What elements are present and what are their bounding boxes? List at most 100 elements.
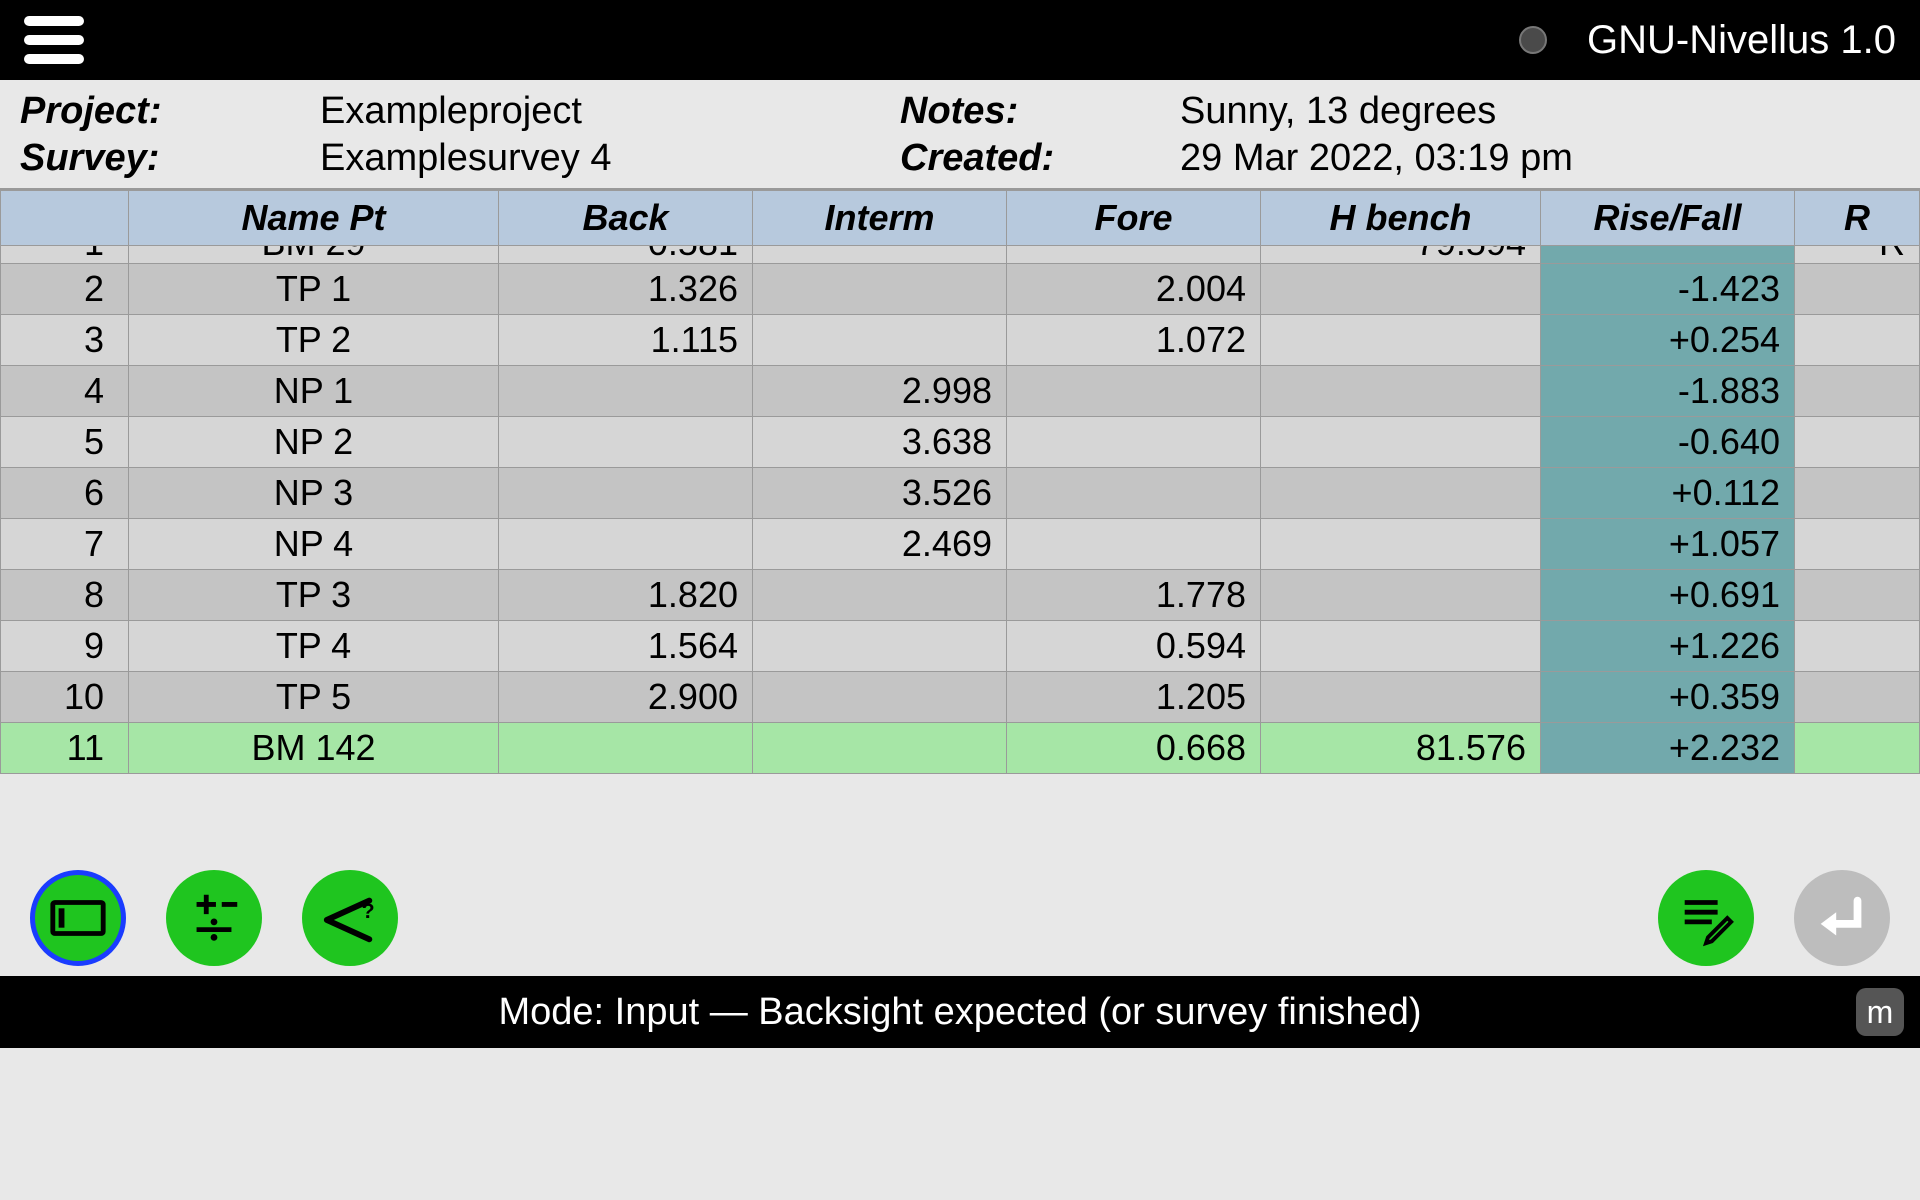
cell-name[interactable]: NP 2 xyxy=(129,417,499,468)
survey-table[interactable]: 1BM 290.58179.594R2TP 11.3262.004-1.4233… xyxy=(0,246,1920,774)
cell-back[interactable]: 1.820 xyxy=(499,570,753,621)
cell-r[interactable] xyxy=(1795,570,1920,621)
cell-fore[interactable] xyxy=(1007,417,1261,468)
cell-hbench[interactable] xyxy=(1261,417,1541,468)
table-row[interactable]: 7NP 4 2.469 +1.057 xyxy=(1,519,1920,570)
cell-fore[interactable] xyxy=(1007,468,1261,519)
cell-back[interactable] xyxy=(499,468,753,519)
cell-risefall[interactable]: +0.254 xyxy=(1541,315,1795,366)
cell-r[interactable] xyxy=(1795,264,1920,315)
table-row[interactable]: 6NP 33.526+0.112 xyxy=(1,468,1920,519)
cell-r[interactable] xyxy=(1795,315,1920,366)
cell-fore[interactable]: 0.594 xyxy=(1007,621,1261,672)
cell-hbench[interactable] xyxy=(1261,570,1541,621)
cell-fore[interactable]: 1.205 xyxy=(1007,672,1261,723)
cell-interm[interactable]: 3.638 xyxy=(753,417,1007,468)
cell-risefall[interactable]: +1.226 xyxy=(1541,621,1795,672)
cell-risefall[interactable]: +1.057 xyxy=(1541,519,1795,570)
table-row[interactable]: 10TP 52.900 1.205 +0.359 xyxy=(1,672,1920,723)
cell-num[interactable]: 5 xyxy=(1,417,129,468)
cell-interm[interactable] xyxy=(753,570,1007,621)
cell-back[interactable]: 1.115 xyxy=(499,315,753,366)
col-number[interactable] xyxy=(1,191,129,246)
cell-risefall[interactable]: -0.640 xyxy=(1541,417,1795,468)
cell-r[interactable] xyxy=(1795,468,1920,519)
cell-risefall[interactable]: +0.112 xyxy=(1541,468,1795,519)
cell-hbench[interactable] xyxy=(1261,366,1541,417)
cell-num[interactable]: 1 xyxy=(1,246,129,264)
col-risefall[interactable]: Rise/Fall xyxy=(1541,191,1795,246)
cell-name[interactable]: TP 3 xyxy=(129,570,499,621)
cell-hbench[interactable]: 79.594 xyxy=(1261,246,1541,264)
cell-back[interactable] xyxy=(499,519,753,570)
cell-name[interactable]: TP 1 xyxy=(129,264,499,315)
cell-interm[interactable] xyxy=(753,246,1007,264)
cell-name[interactable]: TP 4 xyxy=(129,621,499,672)
cell-risefall[interactable] xyxy=(1541,246,1795,264)
cell-back[interactable]: 1.564 xyxy=(499,621,753,672)
table-row[interactable]: 5NP 2 3.638 -0.640 xyxy=(1,417,1920,468)
calc-button[interactable] xyxy=(166,870,262,966)
cell-name[interactable]: NP 4 xyxy=(129,519,499,570)
cell-hbench[interactable] xyxy=(1261,264,1541,315)
cell-num[interactable]: 7 xyxy=(1,519,129,570)
cell-hbench[interactable] xyxy=(1261,519,1541,570)
col-name[interactable]: Name Pt xyxy=(129,191,499,246)
cell-interm[interactable] xyxy=(753,264,1007,315)
cell-interm[interactable] xyxy=(753,672,1007,723)
cell-r[interactable] xyxy=(1795,366,1920,417)
cell-num[interactable]: 2 xyxy=(1,264,129,315)
table-row[interactable]: 8TP 31.8201.778+0.691 xyxy=(1,570,1920,621)
cell-back[interactable] xyxy=(499,723,753,774)
cell-fore[interactable]: 1.072 xyxy=(1007,315,1261,366)
cell-fore[interactable] xyxy=(1007,366,1261,417)
unit-toggle[interactable]: m xyxy=(1856,988,1904,1036)
menu-icon[interactable] xyxy=(24,16,84,64)
cell-hbench[interactable] xyxy=(1261,621,1541,672)
angle-query-button[interactable]: ? xyxy=(302,870,398,966)
table-row[interactable]: 1BM 290.58179.594R xyxy=(1,246,1920,264)
enter-button[interactable] xyxy=(1794,870,1890,966)
cell-num[interactable]: 10 xyxy=(1,672,129,723)
cell-name[interactable]: TP 2 xyxy=(129,315,499,366)
cell-name[interactable]: NP 1 xyxy=(129,366,499,417)
cell-interm[interactable]: 3.526 xyxy=(753,468,1007,519)
cell-r[interactable]: R xyxy=(1795,246,1920,264)
table-row[interactable]: 3TP 21.115 1.072 +0.254 xyxy=(1,315,1920,366)
cell-interm[interactable] xyxy=(753,621,1007,672)
cell-num[interactable]: 3 xyxy=(1,315,129,366)
cell-back[interactable]: 2.900 xyxy=(499,672,753,723)
cell-hbench[interactable] xyxy=(1261,468,1541,519)
cell-back[interactable] xyxy=(499,366,753,417)
cell-r[interactable] xyxy=(1795,519,1920,570)
col-fore[interactable]: Fore xyxy=(1007,191,1261,246)
col-r[interactable]: R xyxy=(1795,191,1920,246)
col-back[interactable]: Back xyxy=(499,191,753,246)
cell-back[interactable]: 1.326 xyxy=(499,264,753,315)
cell-fore[interactable] xyxy=(1007,519,1261,570)
col-hbench[interactable]: H bench xyxy=(1261,191,1541,246)
table-row[interactable]: 11BM 1420.66881.576+2.232 xyxy=(1,723,1920,774)
cell-r[interactable] xyxy=(1795,672,1920,723)
col-interm[interactable]: Interm xyxy=(753,191,1007,246)
cell-num[interactable]: 9 xyxy=(1,621,129,672)
cell-num[interactable]: 8 xyxy=(1,570,129,621)
cell-name[interactable]: TP 5 xyxy=(129,672,499,723)
cell-interm[interactable] xyxy=(753,723,1007,774)
cell-risefall[interactable]: -1.423 xyxy=(1541,264,1795,315)
cell-num[interactable]: 11 xyxy=(1,723,129,774)
cell-risefall[interactable]: +0.359 xyxy=(1541,672,1795,723)
cell-fore[interactable] xyxy=(1007,246,1261,264)
cell-r[interactable] xyxy=(1795,417,1920,468)
cell-risefall[interactable]: -1.883 xyxy=(1541,366,1795,417)
table-row[interactable]: 9TP 41.564 0.594 +1.226 xyxy=(1,621,1920,672)
landscape-button[interactable] xyxy=(30,870,126,966)
cell-hbench[interactable] xyxy=(1261,315,1541,366)
cell-risefall[interactable]: +2.232 xyxy=(1541,723,1795,774)
table-row[interactable]: 4NP 12.998-1.883 xyxy=(1,366,1920,417)
cell-interm[interactable]: 2.469 xyxy=(753,519,1007,570)
cell-hbench[interactable] xyxy=(1261,672,1541,723)
cell-back[interactable]: 0.581 xyxy=(499,246,753,264)
cell-hbench[interactable]: 81.576 xyxy=(1261,723,1541,774)
cell-fore[interactable]: 1.778 xyxy=(1007,570,1261,621)
